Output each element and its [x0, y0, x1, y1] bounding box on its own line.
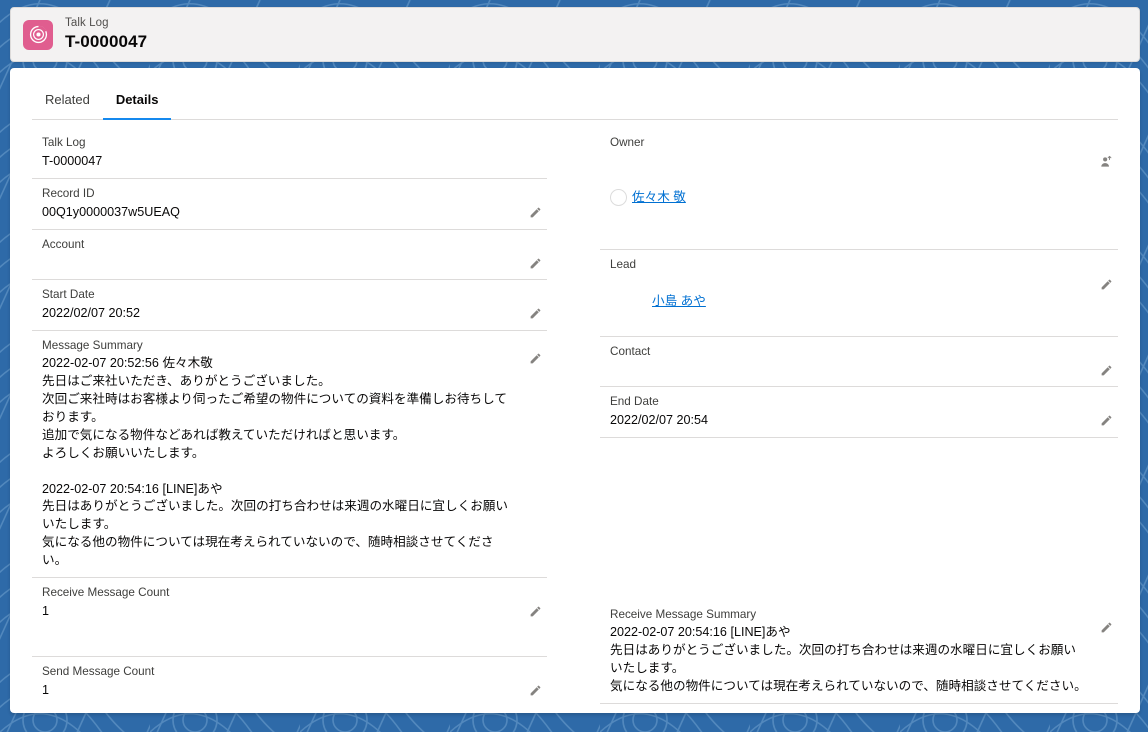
tab-details[interactable]: Details	[102, 80, 172, 120]
pencil-icon[interactable]	[525, 602, 545, 622]
field-owner-value: 佐々木 敬	[610, 153, 1088, 242]
field-lead: Lead 小島 あや	[600, 250, 1118, 337]
field-receive-message-count: Receive Message Count 1	[32, 578, 547, 657]
field-end-date: End Date 2022/02/07 20:54	[600, 387, 1118, 438]
field-contact-value	[610, 362, 1088, 379]
field-talk-log-label: Talk Log	[42, 136, 86, 149]
change-owner-icon[interactable]	[1096, 152, 1116, 172]
record-tabs: Related Details	[32, 80, 1118, 120]
field-record-id-value: 00Q1y0000037w5UEAQ	[42, 204, 180, 219]
field-message-summary: Message Summary 2022-02-07 20:52:56 佐々木敬…	[32, 331, 547, 578]
tab-details-label: Details	[115, 92, 159, 107]
field-send-message-count-label: Send Message Count	[42, 664, 155, 678]
avatar	[610, 189, 627, 207]
right-column-spacer	[600, 438, 1118, 600]
lead-link[interactable]: 小島 あや	[652, 294, 706, 308]
tab-related[interactable]: Related	[32, 80, 103, 119]
field-send-message-summary-label: Send Message Summary	[610, 711, 1088, 713]
field-contact: Contact	[600, 337, 1118, 387]
field-account-value	[42, 255, 517, 272]
field-account-label: Account	[42, 237, 85, 251]
field-send-message-summary: Send Message Summary 2022-02-07 20:52:56…	[600, 704, 1118, 713]
tab-related-label: Related	[45, 92, 90, 107]
page-title: T-0000047	[65, 32, 148, 52]
field-receive-message-summary: Receive Message Summary 2022-02-07 20:54…	[600, 600, 1118, 704]
pencil-icon[interactable]	[1096, 274, 1116, 294]
field-receive-message-summary-value: 2022-02-07 20:54:16 [LINE]あや 先日はありがとうござい…	[610, 625, 1087, 694]
field-talk-log-value: T-0000047	[42, 153, 103, 168]
pencil-icon[interactable]	[525, 304, 545, 324]
record-body-card: Related Details Talk Log T-0000047 Recor…	[10, 68, 1140, 713]
field-owner-label: Owner	[610, 136, 645, 149]
field-message-summary-value: 2022-02-07 20:52:56 佐々木敬 先日はご来社いただき、ありがと…	[42, 356, 508, 568]
field-record-id-label: Record ID	[42, 186, 95, 200]
pencil-icon[interactable]	[525, 349, 545, 369]
details-panel: Talk Log T-0000047 Record ID 00Q1y000003…	[10, 120, 1140, 713]
details-column-right: Owner 佐々木 敬 Lead 小島 あや Contact End Date …	[575, 128, 1118, 713]
pencil-icon[interactable]	[525, 254, 545, 274]
details-column-left: Talk Log T-0000047 Record ID 00Q1y000003…	[32, 128, 575, 713]
field-account: Account	[32, 230, 547, 280]
field-receive-message-count-label: Receive Message Count	[42, 585, 170, 599]
record-header: Talk Log T-0000047	[10, 7, 1140, 62]
field-end-date-value: 2022/02/07 20:54	[610, 412, 709, 427]
pencil-icon[interactable]	[1096, 361, 1116, 381]
pencil-icon[interactable]	[1096, 618, 1116, 638]
field-contact-label: Contact	[610, 344, 651, 358]
pencil-icon[interactable]	[525, 203, 545, 223]
record-detail-page: Talk Log T-0000047 Related Details Talk …	[0, 0, 1148, 732]
pencil-icon[interactable]	[525, 681, 545, 701]
field-message-summary-label: Message Summary	[42, 338, 143, 352]
field-start-date-value: 2022/02/07 20:52	[42, 305, 141, 320]
field-owner: Owner 佐々木 敬	[600, 128, 1118, 251]
record-disc-icon	[23, 19, 53, 50]
field-send-message-count: Send Message Count 1	[32, 657, 547, 713]
pencil-icon[interactable]	[1096, 411, 1116, 431]
field-record-id: Record ID 00Q1y0000037w5UEAQ	[32, 179, 547, 230]
field-start-date-label: Start Date	[42, 287, 95, 301]
field-receive-message-count-value: 1	[42, 603, 50, 618]
field-receive-message-summary-label: Receive Message Summary	[610, 607, 757, 621]
field-send-message-count-value: 1	[42, 682, 50, 697]
record-header-text: Talk Log T-0000047	[65, 17, 147, 52]
field-lead-label: Lead	[610, 258, 637, 272]
field-end-date-label: End Date	[610, 394, 659, 408]
owner-link[interactable]: 佐々木 敬	[632, 189, 686, 207]
field-talk-log: Talk Log T-0000047	[32, 128, 547, 179]
field-lead-value: 小島 あや	[610, 275, 1088, 329]
field-start-date: Start Date 2022/02/07 20:52	[32, 280, 547, 331]
object-label: Talk Log	[65, 17, 109, 30]
